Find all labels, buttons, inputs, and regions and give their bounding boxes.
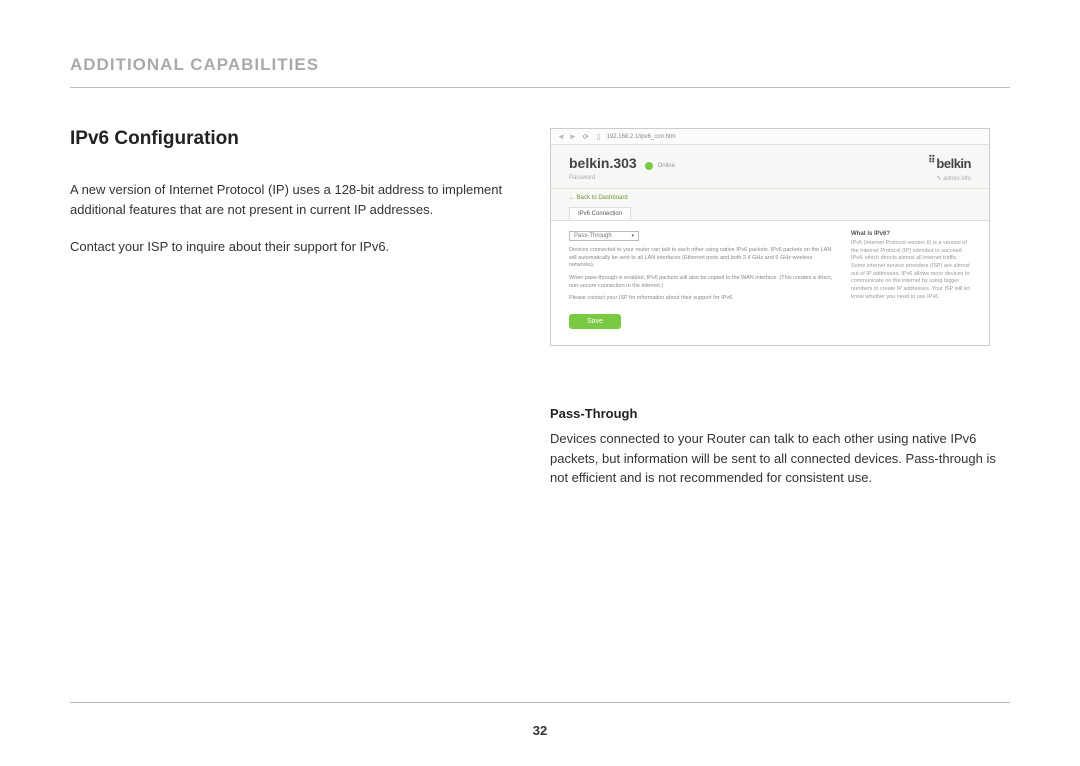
pass-through-heading: Pass-Through	[550, 406, 1010, 421]
page-number: 32	[0, 723, 1080, 738]
page-heading: IPv6 Configuration	[70, 128, 510, 150]
reload-icon: ⟳	[583, 133, 589, 141]
status-dot-icon	[645, 162, 653, 170]
page-icon: ▯	[597, 133, 601, 141]
browser-urlbar: ◄ ► ⟳ ▯ 192.168.2.1/ipv6_con.htm	[551, 129, 989, 145]
save-button[interactable]: Save	[569, 314, 621, 329]
select-value: Pass-Through	[574, 233, 612, 239]
url-text: 192.168.2.1/ipv6_con.htm	[607, 134, 676, 140]
router-screenshot: ◄ ► ⟳ ▯ 192.168.2.1/ipv6_con.htm belkin.…	[550, 128, 990, 346]
screenshot-p1: Devices connected to your router can tal…	[569, 247, 837, 270]
admin-info: ✎ admin info	[937, 175, 971, 182]
top-rule	[70, 87, 1010, 88]
password-label: Password	[569, 175, 595, 182]
section-title: ADDITIONAL CAPABILITIES	[70, 55, 1010, 75]
ipv6-mode-select[interactable]: Pass-Through ▾	[569, 231, 639, 241]
intro-paragraph-2: Contact your ISP to inquire about their …	[70, 237, 510, 257]
right-column: ◄ ► ⟳ ▯ 192.168.2.1/ipv6_con.htm belkin.…	[550, 128, 1010, 506]
aside-heading: What Is IPv6?	[851, 231, 971, 237]
belkin-dots-icon: ⠿	[928, 156, 934, 166]
screenshot-p2: When pass-through is enabled, IPv6 packe…	[569, 275, 837, 290]
belkin-logo: ⠿belkin	[928, 156, 971, 171]
footer-rule	[70, 702, 1010, 703]
back-to-dashboard-link[interactable]: ← Back to Dashboard	[551, 188, 989, 207]
intro-paragraph-1: A new version of Internet Protocol (IP) …	[70, 180, 510, 219]
left-column: IPv6 Configuration A new version of Inte…	[70, 128, 510, 506]
pass-through-paragraph: Devices connected to your Router can tal…	[550, 429, 1010, 488]
brand-text: belkin	[936, 156, 971, 171]
back-icon: ◄	[557, 132, 565, 141]
screenshot-aside: What Is IPv6? IPv6 (Internet Protocol ve…	[851, 231, 971, 329]
tab-ipv6-connection[interactable]: IPv6 Connection	[569, 207, 631, 220]
screenshot-main: Pass-Through ▾ Devices connected to your…	[569, 231, 837, 329]
screenshot-p3: Please contact your ISP for information …	[569, 295, 837, 303]
aside-paragraph: IPv6 (Internet Protocol version 6) is a …	[851, 240, 971, 302]
forward-icon: ►	[569, 132, 577, 141]
router-name: belkin.303	[569, 155, 637, 171]
router-title-group: belkin.303 Online	[569, 155, 675, 171]
status-text: Online	[658, 163, 675, 169]
chevron-down-icon: ▾	[631, 233, 634, 239]
